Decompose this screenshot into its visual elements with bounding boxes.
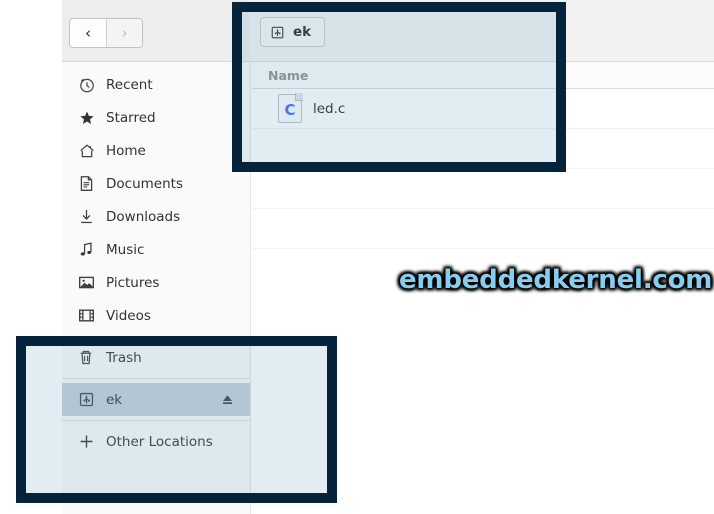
film-icon (79, 309, 94, 322)
music-note-icon (80, 242, 92, 256)
file-list-row-led-c[interactable]: C led.c (252, 89, 714, 129)
sidebar-item-label: Other Locations (106, 433, 213, 450)
sidebar-item-label: Pictures (106, 274, 160, 291)
file-name-label: led.c (313, 100, 346, 117)
usb-drive-icon (79, 392, 94, 407)
sidebar-item-label: Home (106, 142, 146, 159)
file-manager-window: ‹ › Recent Starred Home Documents Downlo… (62, 0, 714, 514)
sidebar-item-pictures[interactable]: Pictures (62, 266, 250, 299)
chevron-left-icon: ‹ (85, 24, 91, 42)
trash-icon (80, 350, 92, 365)
file-list-empty-row (252, 129, 714, 169)
sidebar-separator (62, 420, 250, 421)
sidebar-item-label: Videos (106, 307, 151, 324)
sidebar-item-label: Starred (106, 109, 156, 126)
sidebar-item-downloads[interactable]: Downloads (62, 200, 250, 233)
column-header-label: Name (268, 67, 309, 83)
sidebar-item-recent[interactable]: Recent (62, 68, 250, 101)
sidebar-item-trash[interactable]: Trash (62, 341, 250, 374)
c-source-file-icon: C (278, 93, 303, 123)
usb-drive-icon (271, 26, 284, 38)
sidebar-separator (62, 378, 250, 379)
clock-icon (78, 76, 95, 93)
sidebar-item-music[interactable]: Music (62, 233, 250, 266)
star-icon (78, 109, 95, 126)
column-header-name[interactable]: Name (252, 62, 714, 89)
path-button-label: ek (293, 24, 312, 40)
sidebar-item-label: Downloads (106, 208, 181, 225)
file-list-empty-row (252, 209, 714, 249)
sidebar-item-label: Trash (106, 349, 142, 366)
document-icon (80, 176, 93, 191)
plus-icon (80, 435, 93, 448)
eject-icon[interactable] (221, 393, 234, 406)
download-icon (81, 209, 92, 224)
sidebar: Recent Starred Home Documents Downloads … (62, 62, 251, 514)
sidebar-item-videos[interactable]: Videos (62, 299, 250, 332)
sidebar-item-label: Recent (106, 76, 153, 93)
screen: ‹ › Recent Starred Home Documents Downlo… (0, 0, 714, 514)
sidebar-item-starred[interactable]: Starred (62, 101, 250, 134)
chevron-right-icon: › (121, 24, 128, 42)
sidebar-item-documents[interactable]: Documents (62, 167, 250, 200)
sidebar-separator (62, 336, 250, 337)
sidebar-item-label: ek (106, 391, 123, 408)
path-bar: ek (252, 0, 714, 62)
sidebar-item-ek[interactable]: ek (62, 383, 250, 416)
home-icon (78, 142, 95, 159)
navigation-button-group: ‹ › (69, 18, 143, 48)
watermark: embeddedkernel.com (399, 265, 713, 295)
back-button[interactable]: ‹ (70, 19, 106, 47)
path-button-ek[interactable]: ek (260, 17, 326, 47)
sidebar-item-label: Documents (106, 175, 183, 192)
sidebar-item-label: Music (106, 241, 145, 258)
sidebar-item-other-locations[interactable]: Other Locations (62, 425, 250, 458)
forward-button[interactable]: › (106, 19, 142, 47)
file-list-empty-row (252, 169, 714, 209)
sidebar-item-home[interactable]: Home (62, 134, 250, 167)
image-icon (79, 276, 94, 289)
